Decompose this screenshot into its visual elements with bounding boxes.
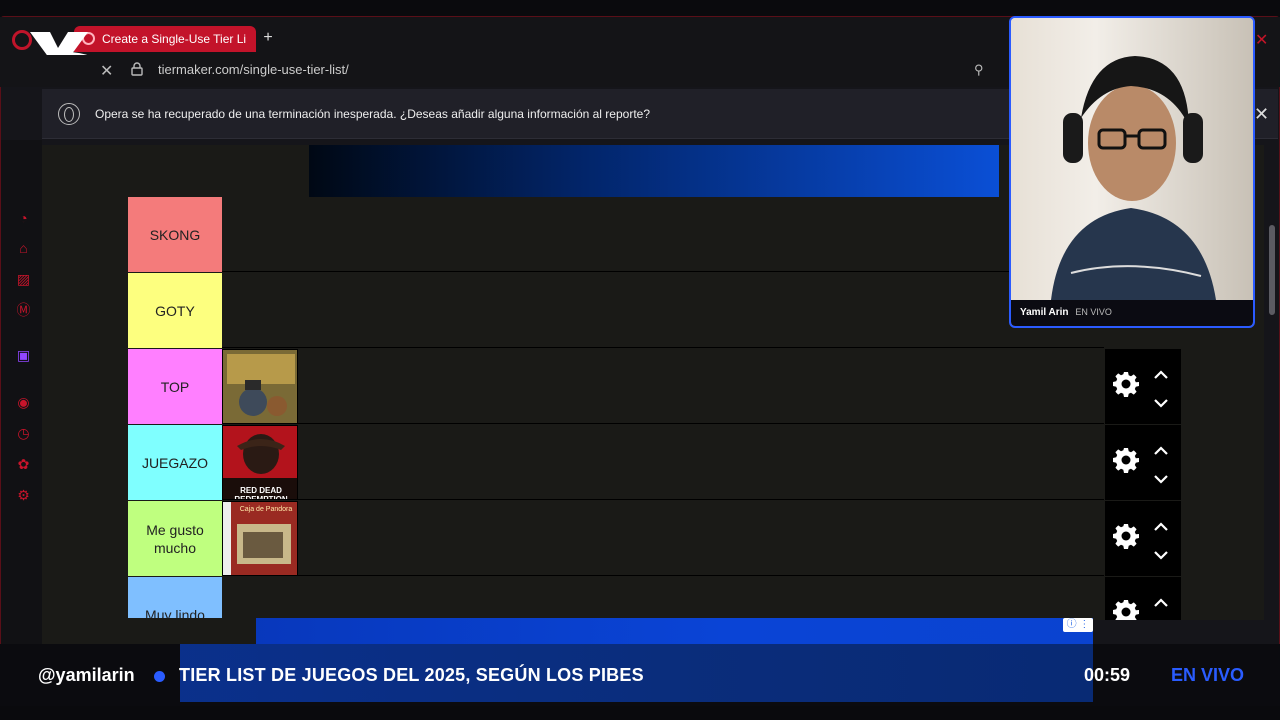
stream-timer: 00:59 (1084, 665, 1131, 685)
history-icon[interactable]: ◷ (15, 425, 32, 442)
tier-controls (1105, 501, 1181, 576)
screen: Create a Single-Use Tier Li + ✕ tiermake… (0, 0, 1280, 720)
messenger-m-icon[interactable]: Ⓜ (15, 302, 32, 319)
pandora-cover-title: Caja de Pandora (239, 506, 293, 513)
professor-layton-cover[interactable] (222, 349, 298, 424)
streamer-name: Yamil Arin (1020, 307, 1069, 318)
tier-label[interactable]: Muy lindo (128, 577, 222, 620)
tier-row[interactable]: Me gusto mucho Caja de Pandora (128, 501, 1104, 576)
wallet-icon[interactable]: ▨ (15, 271, 32, 288)
chevron-up-icon[interactable] (1153, 445, 1169, 457)
twitch-icon[interactable]: ▣ (15, 347, 32, 364)
webcam-overlay: Yamil Arin EN VIVO (1009, 16, 1255, 328)
infobar-close-icon[interactable]: ✕ (1254, 104, 1269, 125)
webcam-feed (1011, 18, 1253, 300)
bag-icon[interactable]: ⌂ (15, 240, 32, 257)
streamer-handle: @yamilarin (38, 665, 135, 685)
tier-label[interactable]: SKONG (128, 197, 222, 272)
tab-tiermaker[interactable]: Create a Single-Use Tier Li (74, 26, 256, 52)
settings-icon[interactable]: ⚙ (15, 487, 32, 504)
player-icon[interactable]: ◉ (15, 394, 32, 411)
ticker-dot (154, 671, 165, 682)
infobar-message: Opera se ha recuperado de una terminació… (95, 107, 651, 121)
tier-row[interactable]: TOP (128, 349, 1104, 424)
tier-row[interactable]: JUEGAZO RED DEAD REDEMPTION (128, 425, 1104, 500)
tier-label[interactable]: Me gusto mucho (128, 501, 222, 576)
tier-label[interactable]: TOP (128, 349, 222, 424)
tier-row[interactable]: Muy lindo (128, 577, 1104, 620)
url-field[interactable]: tiermaker.com/single-use-tier-list/ (158, 62, 349, 77)
adchoices-icon[interactable]: ⓘ ⋮ (1063, 618, 1093, 632)
tier-row[interactable]: SKONG (128, 197, 1104, 272)
chevron-up-icon[interactable] (1153, 521, 1169, 533)
extensions-icon[interactable]: ✿ (15, 456, 32, 473)
tier-label[interactable]: JUEGAZO (128, 425, 222, 500)
speed-dial-icon[interactable]: ◔ (15, 210, 32, 227)
page-scrollbar[interactable] (1266, 145, 1278, 705)
stream-headline: TIER LIST DE JUEGOS DEL 2025, SEGÚN LOS … (179, 665, 644, 685)
chevron-down-icon[interactable] (1153, 549, 1169, 561)
opera-sidebar: ◔ ⌂ ▨ Ⓜ ▣ ◉ ◷ ✿ ⚙ (1, 140, 42, 706)
chevron-down-icon[interactable] (1153, 473, 1169, 485)
pin-icon[interactable]: ⚲ (974, 62, 984, 78)
lock-icon (131, 62, 143, 76)
gear-icon[interactable] (1113, 371, 1139, 397)
streamer-figure (1051, 56, 1216, 300)
tier-controls (1105, 577, 1181, 620)
page-bottom-strip (42, 618, 256, 644)
chevron-up-icon[interactable] (1153, 369, 1169, 381)
scrollbar-thumb[interactable] (1269, 225, 1275, 315)
tab-title: Create a Single-Use Tier Li (102, 32, 247, 46)
chevron-down-icon[interactable] (1153, 397, 1169, 409)
new-tab-button[interactable]: + (259, 29, 277, 47)
opera-info-icon (58, 103, 80, 125)
red-dead-redemption-cover[interactable]: RED DEAD REDEMPTION (222, 425, 298, 500)
caja-de-pandora-cover[interactable]: Caja de Pandora (222, 501, 298, 576)
gear-icon[interactable] (1113, 523, 1139, 549)
tier-controls (1105, 349, 1181, 424)
gear-icon[interactable] (1113, 599, 1139, 620)
webcam-live-label: EN VIVO (1075, 307, 1112, 317)
tier-label[interactable]: GOTY (128, 273, 222, 348)
gear-icon[interactable] (1113, 447, 1139, 473)
tier-controls (1105, 425, 1181, 500)
tier-row[interactable]: GOTY (128, 273, 1104, 348)
window-close-icon[interactable]: ✕ (1255, 30, 1268, 50)
live-badge: EN VIVO (1171, 665, 1245, 685)
stop-loading-icon[interactable]: ✕ (100, 61, 113, 81)
rdr-cover-title: RED DEAD REDEMPTION (234, 486, 288, 500)
chevron-up-icon[interactable] (1153, 597, 1169, 609)
webcam-nameplate: Yamil Arin EN VIVO (1011, 300, 1253, 326)
